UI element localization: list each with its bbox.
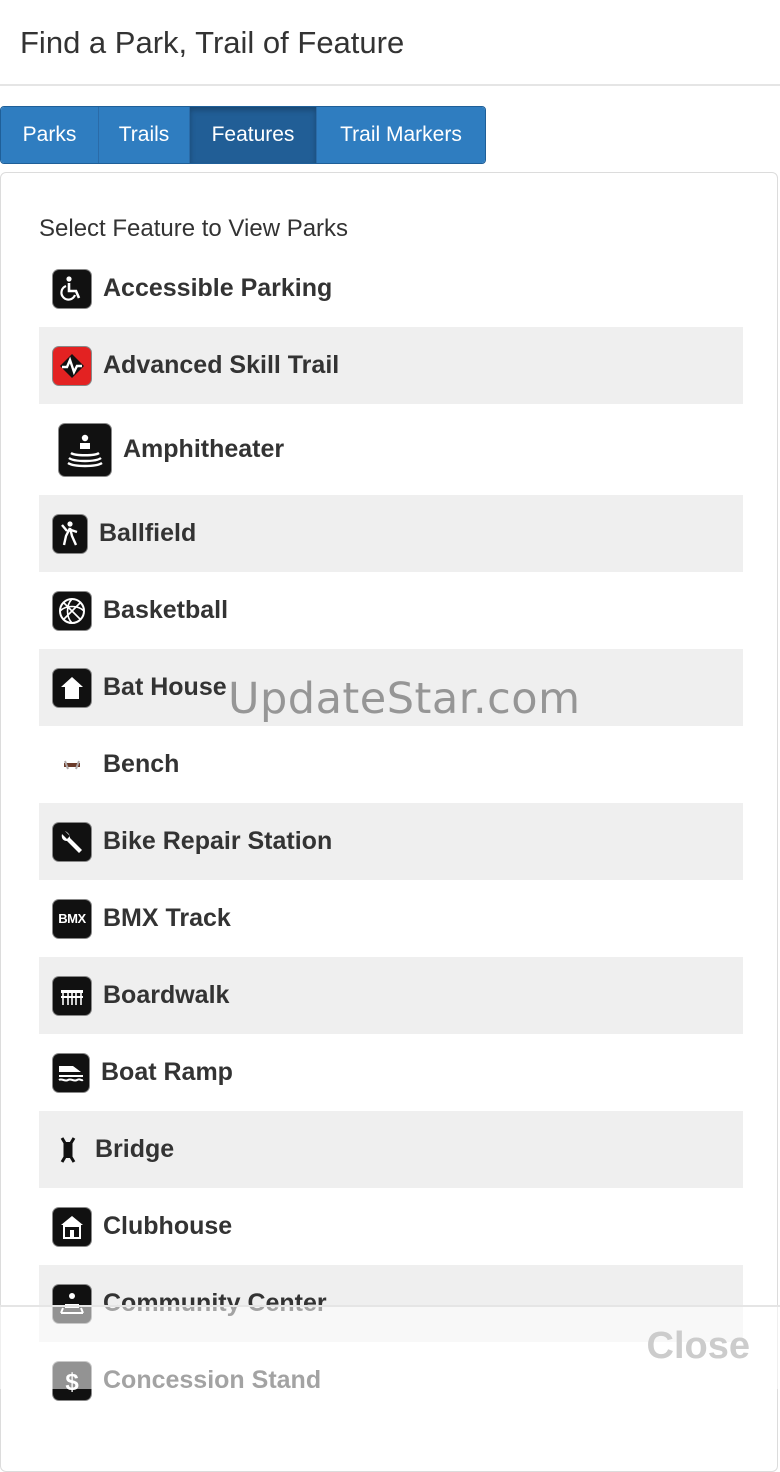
features-panel: Select Feature to View Parks Accessible … xyxy=(0,172,778,1472)
bench-icon xyxy=(53,746,91,784)
feature-label: Advanced Skill Trail xyxy=(103,351,340,379)
bat-house-icon xyxy=(53,668,91,707)
feature-item-advanced-skill-trail[interactable]: Advanced Skill Trail xyxy=(39,327,743,404)
feature-list: Accessible Parking Advanced Skill Trail … xyxy=(39,250,743,1419)
wheelchair-icon xyxy=(53,269,91,308)
feature-item-bench[interactable]: Bench xyxy=(39,726,743,803)
feature-item-accessible-parking[interactable]: Accessible Parking xyxy=(39,250,743,327)
feature-item-boardwalk[interactable]: Boardwalk xyxy=(39,957,743,1034)
modal-title: Find a Park, Trail of Feature xyxy=(20,25,405,60)
feature-item-bmx-track[interactable]: BMX BMX Track xyxy=(39,880,743,957)
boardwalk-icon xyxy=(53,976,91,1015)
watermark: UpdateStar.com xyxy=(228,674,581,724)
tab-features[interactable]: Features xyxy=(190,107,317,163)
feature-label: BMX Track xyxy=(103,904,231,932)
feature-label: Accessible Parking xyxy=(103,274,333,302)
feature-label: Boat Ramp xyxy=(101,1058,233,1086)
amphitheater-icon xyxy=(59,423,111,476)
tab-bar: Parks Trails Features Trail Markers xyxy=(0,106,486,164)
feature-label: Amphitheater xyxy=(123,435,285,463)
tab-trails[interactable]: Trails xyxy=(99,107,190,163)
feature-item-amphitheater[interactable]: Amphitheater xyxy=(39,404,743,495)
feature-label: Ballfield xyxy=(99,519,197,547)
feature-label: Bike Repair Station xyxy=(103,827,333,855)
feature-label: Clubhouse xyxy=(103,1212,233,1240)
modal-header: Find a Park, Trail of Feature xyxy=(0,0,780,86)
tab-trail-markers[interactable]: Trail Markers xyxy=(317,107,485,163)
clubhouse-icon xyxy=(53,1207,91,1246)
wrench-icon xyxy=(53,822,91,861)
modal-footer: Close xyxy=(0,1305,780,1389)
feature-label: Boardwalk xyxy=(103,981,230,1009)
feature-label: Bridge xyxy=(95,1135,175,1163)
feature-label: Bat House xyxy=(103,673,227,701)
feature-label: Basketball xyxy=(103,596,229,624)
feature-item-basketball[interactable]: Basketball xyxy=(39,572,743,649)
feature-item-boat-ramp[interactable]: Boat Ramp xyxy=(39,1034,743,1111)
feature-label: Bench xyxy=(103,750,180,778)
bmx-icon: BMX xyxy=(53,899,91,938)
ballfield-icon xyxy=(53,514,87,553)
basketball-icon xyxy=(53,591,91,630)
skill-trail-icon xyxy=(53,346,91,385)
feature-item-clubhouse[interactable]: Clubhouse xyxy=(39,1188,743,1265)
feature-item-bridge[interactable]: Bridge xyxy=(39,1111,743,1188)
close-button[interactable]: Close xyxy=(647,1325,750,1368)
tab-parks[interactable]: Parks xyxy=(1,107,99,163)
feature-item-ballfield[interactable]: Ballfield xyxy=(39,495,743,572)
panel-title: Select Feature to View Parks xyxy=(39,215,349,242)
bridge-icon xyxy=(53,1131,83,1169)
boat-ramp-icon xyxy=(53,1053,89,1092)
feature-item-bike-repair-station[interactable]: Bike Repair Station xyxy=(39,803,743,880)
